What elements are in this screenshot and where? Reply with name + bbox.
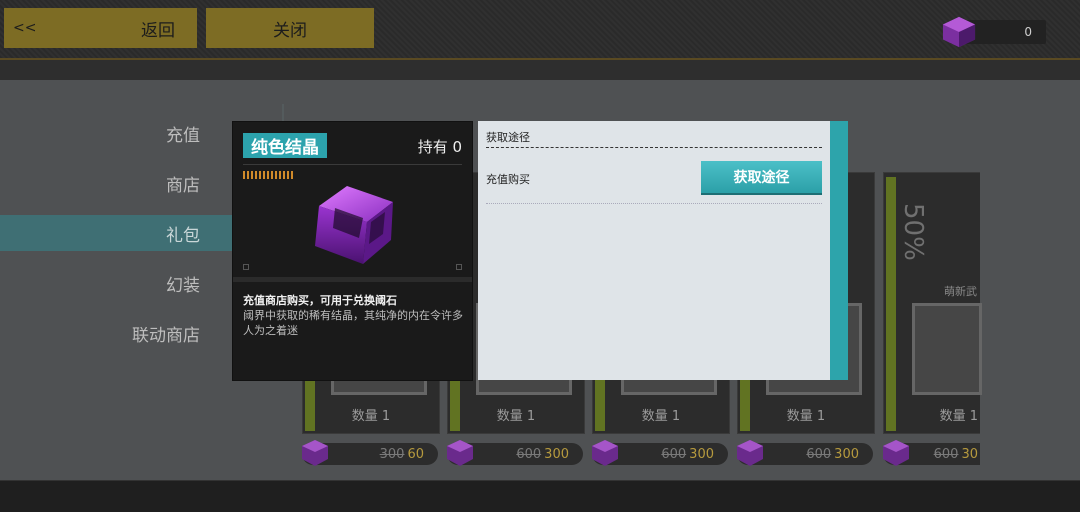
sidebar-item-collab-shop[interactable]: 联动商店 xyxy=(0,315,250,351)
corner-mark xyxy=(456,264,462,270)
card-quantity: 数量 1 xyxy=(786,409,826,424)
acquisition-scrollbar[interactable] xyxy=(830,121,848,380)
acquisition-row-divider xyxy=(486,203,822,204)
item-description-title: 充值商店购买，可用于兑换阈石 xyxy=(243,294,397,307)
crystal-cube-icon xyxy=(942,16,976,48)
back-button[interactable]: << 返回 xyxy=(4,8,197,48)
sidebar-item-label: 幻装 xyxy=(166,275,200,296)
price-old: 600 xyxy=(516,446,542,462)
bottom-strip xyxy=(0,480,1080,512)
price-old: 600 xyxy=(806,446,832,462)
price-new: 300 xyxy=(834,446,859,462)
detail-divider xyxy=(243,164,462,165)
crystal-cube-icon xyxy=(315,186,393,264)
sidebar-item-recharge[interactable]: 充值 xyxy=(0,115,250,151)
shop-card[interactable]: 50% 萌新武 数量 1 xyxy=(883,172,982,434)
acquisition-divider xyxy=(486,147,822,148)
price-old: 600 xyxy=(933,446,959,462)
card-thumbnail xyxy=(912,303,982,395)
sidebar-item-label: 联动商店 xyxy=(132,325,200,346)
acquisition-source-label: 充值购买 xyxy=(486,173,530,186)
sidebar-item-label: 商店 xyxy=(166,175,200,196)
back-arrows-icon: << xyxy=(13,20,37,36)
detail-separator xyxy=(233,277,472,282)
barcode-decoration xyxy=(243,171,293,179)
card-tag: 萌新武 xyxy=(944,285,977,298)
sidebar-item-shop[interactable]: 商店 xyxy=(0,165,250,201)
price-old: 600 xyxy=(661,446,687,462)
crystal-cube-icon xyxy=(883,440,909,466)
card-quantity: 数量 1 xyxy=(641,409,681,424)
close-button[interactable]: 关闭 xyxy=(206,8,374,48)
get-source-button-label: 获取途径 xyxy=(733,170,790,186)
sidebar-item-gift-pack[interactable]: 礼包 xyxy=(0,215,250,251)
sidebar-item-label: 充值 xyxy=(166,125,200,146)
item-detail-panel: 纯色结晶 持有 0 充值商店购买，可用于兑换阈石 阈界中获取的稀有结晶，其纯净的… xyxy=(232,121,473,381)
price-new: 60 xyxy=(407,446,424,462)
crystal-cube-icon xyxy=(447,440,473,466)
item-description: 阈界中获取的稀有结晶，其纯净的内在令许多人为之着迷 xyxy=(243,309,463,337)
currency-amount: 0 xyxy=(1024,25,1032,39)
price-new: 300 xyxy=(689,446,714,462)
item-held-count: 持有 0 xyxy=(417,138,462,156)
sidebar-item-label: 礼包 xyxy=(166,225,200,246)
card-stripe xyxy=(886,177,896,431)
discount-label: 50% xyxy=(898,203,928,261)
top-bar-divider xyxy=(0,58,1080,80)
crystal-cube-icon xyxy=(737,440,763,466)
item-name: 纯色结晶 xyxy=(243,133,327,158)
crystal-cube-icon xyxy=(302,440,328,466)
corner-mark xyxy=(243,264,249,270)
card-quantity: 数量 1 xyxy=(351,409,391,424)
get-source-button[interactable]: 获取途径 xyxy=(701,161,822,193)
price-new: 30 xyxy=(961,446,978,462)
crystal-cube-icon xyxy=(592,440,618,466)
back-button-label: 返回 xyxy=(141,20,175,41)
sidebar-item-costume[interactable]: 幻装 xyxy=(0,265,250,301)
price-new: 300 xyxy=(544,446,569,462)
acquisition-panel: 获取途径 充值购买 获取途径 xyxy=(478,121,830,380)
price-old: 300 xyxy=(379,446,405,462)
card-quantity: 数量 1 xyxy=(939,409,978,424)
close-button-label: 关闭 xyxy=(273,20,307,41)
card-quantity: 数量 1 xyxy=(496,409,536,424)
acquisition-heading: 获取途径 xyxy=(486,131,530,144)
